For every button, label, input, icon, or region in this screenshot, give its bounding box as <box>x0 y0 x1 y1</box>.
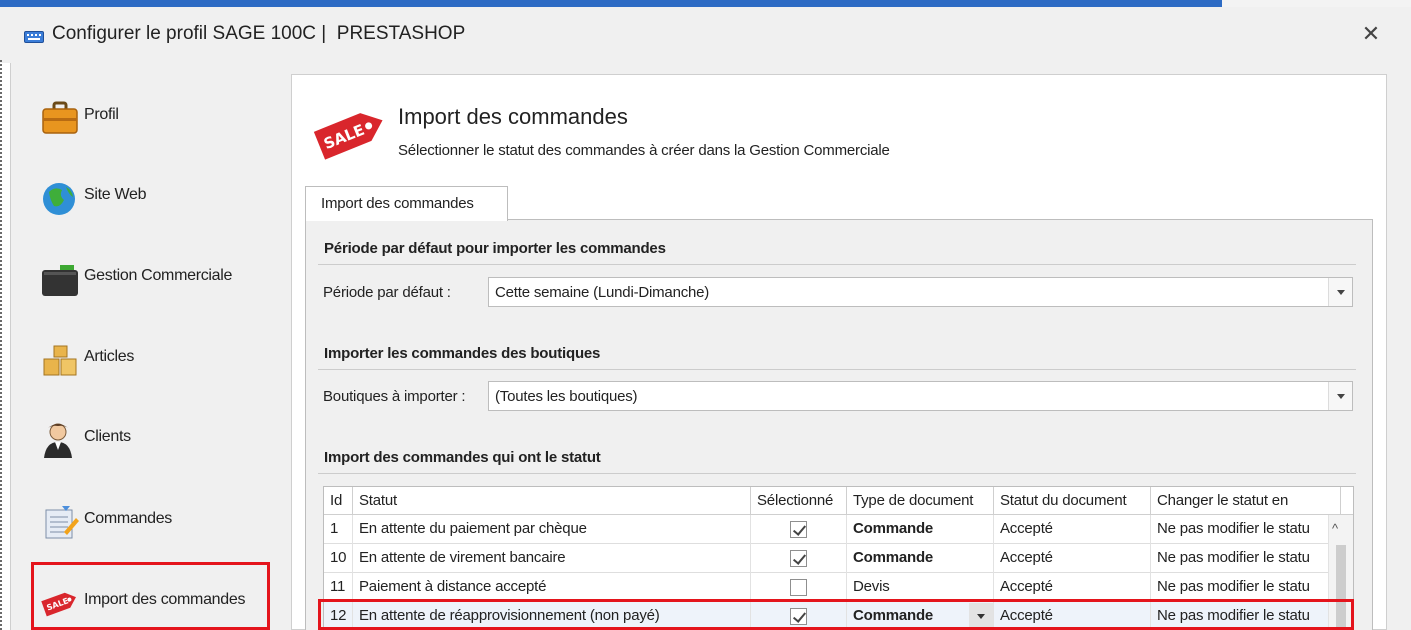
cell-changer-statut: Ne pas modifier le statu <box>1151 573 1329 602</box>
column-header-selectionne[interactable]: Sélectionné <box>751 487 847 515</box>
cell-type-document: Commande <box>847 515 994 544</box>
status-group-title: Import des commandes qui ont le statut <box>324 449 601 466</box>
selected-checkbox[interactable] <box>790 521 807 538</box>
period-select[interactable]: Cette semaine (Lundi-Dimanche) <box>488 277 1353 307</box>
period-group-title: Période par défaut pour importer les com… <box>324 240 666 257</box>
chevron-down-icon[interactable] <box>1328 278 1352 306</box>
scroll-up-icon[interactable]: ^ <box>1332 521 1338 536</box>
page-subtitle: Sélectionner le statut des commandes à c… <box>398 142 890 159</box>
user-icon <box>44 423 72 458</box>
sidebar-item-label: Articles <box>84 348 135 365</box>
sidebar-item-clients[interactable]: Clients <box>40 414 280 464</box>
window-top-border <box>0 0 1411 7</box>
cell-type-document: Commande <box>847 544 994 573</box>
sale-tag-icon: SALE <box>313 113 383 160</box>
table-header: Id Statut Sélectionné Type de document S… <box>324 487 1353 515</box>
table-row[interactable]: 11 Paiement à distance accepté Devis Acc… <box>324 573 1353 602</box>
cell-changer-statut: Ne pas modifier le statu <box>1151 544 1329 573</box>
chevron-down-icon[interactable] <box>1328 382 1352 410</box>
briefcase-icon <box>42 101 78 134</box>
shops-select-value: (Toutes les boutiques) <box>495 388 638 405</box>
shops-group-divider <box>318 369 1356 370</box>
sidebar-item-articles[interactable]: Articles <box>40 334 280 384</box>
shops-label: Boutiques à importer : <box>323 388 466 405</box>
sidebar-item-label: Gestion Commerciale <box>84 267 233 284</box>
close-button[interactable]: ✕ <box>1356 19 1386 49</box>
cell-statut: En attente de virement bancaire <box>353 544 751 573</box>
order-sheet-icon <box>45 506 79 539</box>
sidebar-item-commandes[interactable]: Commandes <box>40 496 280 546</box>
table-row[interactable]: 1 En attente du paiement par chèque Comm… <box>324 515 1353 544</box>
tab-import-des-commandes[interactable]: Import des commandes <box>305 186 508 221</box>
cell-statut-document: Accepté <box>994 515 1151 544</box>
title-bar: Configurer le profil SAGE 100C | PRESTAS… <box>0 7 1411 63</box>
column-header-statut-document[interactable]: Statut du document <box>994 487 1151 515</box>
sidebar-item-label: Clients <box>84 428 131 445</box>
row-selection-highlight <box>318 599 1354 630</box>
page-title: Import des commandes <box>398 104 628 129</box>
window-left-dotted-border <box>0 60 3 630</box>
globe-icon <box>43 183 75 215</box>
sidebar-item-profil[interactable]: Profil <box>40 92 280 142</box>
shops-group-title: Importer les commandes des boutiques <box>324 345 601 362</box>
period-group-divider <box>318 264 1356 265</box>
cell-statut: Paiement à distance accepté <box>353 573 751 602</box>
window-top-gap <box>1222 0 1411 7</box>
selected-checkbox[interactable] <box>790 579 807 596</box>
column-header-id[interactable]: Id <box>324 487 353 515</box>
sidebar-item-label: Commandes <box>84 510 173 527</box>
sidebar-item-label: Site Web <box>84 186 147 203</box>
cell-changer-statut: Ne pas modifier le statu <box>1151 515 1329 544</box>
table-row[interactable]: 10 En attente de virement bancaire Comma… <box>324 544 1353 573</box>
wallet-icon <box>42 265 78 296</box>
shops-select[interactable]: (Toutes les boutiques) <box>488 381 1353 411</box>
sidebar-item-gestion-commerciale[interactable]: Gestion Commerciale <box>40 253 280 303</box>
column-header-changer-statut[interactable]: Changer le statut en <box>1151 487 1341 515</box>
cell-type-document: Devis <box>847 573 994 602</box>
cell-id: 10 <box>324 544 353 573</box>
period-label: Période par défaut : <box>323 284 451 301</box>
cell-statut: En attente du paiement par chèque <box>353 515 751 544</box>
boxes-icon <box>43 345 77 376</box>
sidebar-item-label: Profil <box>84 106 119 123</box>
column-header-type-document[interactable]: Type de document <box>847 487 994 515</box>
cell-id: 11 <box>324 573 353 602</box>
column-header-statut[interactable]: Statut <box>353 487 751 515</box>
cell-id: 1 <box>324 515 353 544</box>
selected-checkbox[interactable] <box>790 550 807 567</box>
sidebar-item-site-web[interactable]: Site Web <box>40 172 280 222</box>
period-select-value: Cette semaine (Lundi-Dimanche) <box>495 284 710 301</box>
sidebar-selection-highlight <box>31 562 270 630</box>
cell-statut-document: Accepté <box>994 544 1151 573</box>
status-group-divider <box>318 473 1356 474</box>
window-title: Configurer le profil SAGE 100C | PRESTAS… <box>52 23 466 44</box>
keyboard-app-icon <box>24 31 44 43</box>
cell-statut-document: Accepté <box>994 573 1151 602</box>
